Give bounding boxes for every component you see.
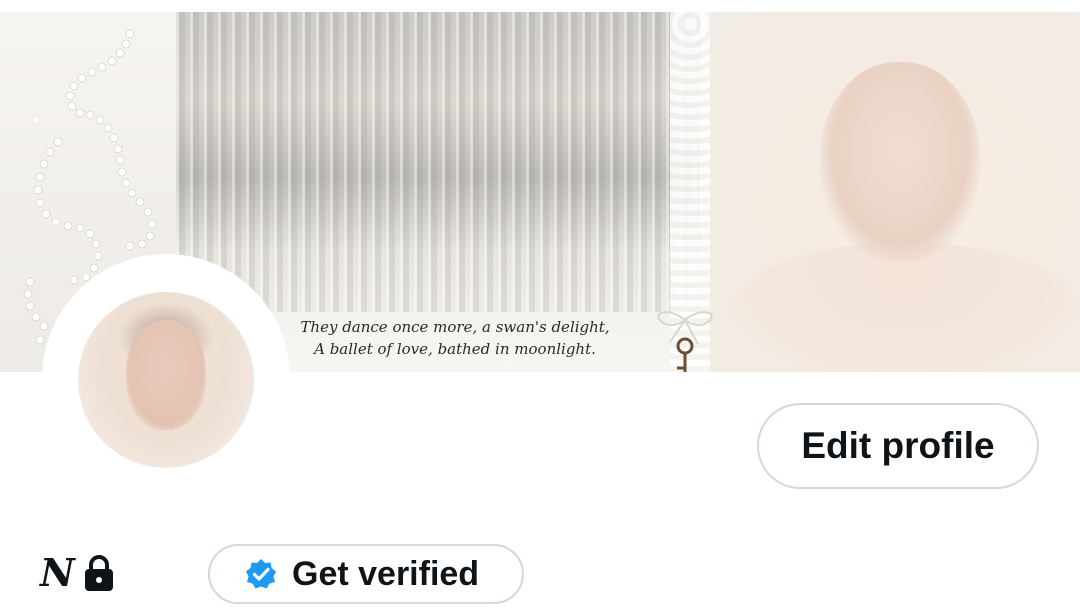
lock-icon xyxy=(84,555,113,591)
display-name-row: N xyxy=(40,548,117,598)
display-name: N xyxy=(40,550,75,595)
edit-profile-label: Edit profile xyxy=(801,425,995,466)
avatar-face xyxy=(126,320,206,430)
banner-lace-curtain xyxy=(176,12,706,312)
profile-page: They dance once more, a swan's delight, … xyxy=(0,0,1080,609)
get-verified-label: Get verified xyxy=(292,554,480,593)
key-icon xyxy=(657,311,713,372)
banner-portrait-face xyxy=(820,62,980,262)
poem-line-1: They dance once more, a swan's delight, xyxy=(300,318,610,336)
edit-profile-button[interactable]: Edit profile xyxy=(757,403,1039,489)
verified-badge-icon xyxy=(246,559,276,589)
banner-poem: They dance once more, a swan's delight, … xyxy=(300,316,610,360)
get-verified-button[interactable]: Get verified xyxy=(208,544,524,604)
poem-line-2: A ballet of love, bathed in moonlight. xyxy=(314,340,596,358)
avatar[interactable] xyxy=(78,292,254,468)
